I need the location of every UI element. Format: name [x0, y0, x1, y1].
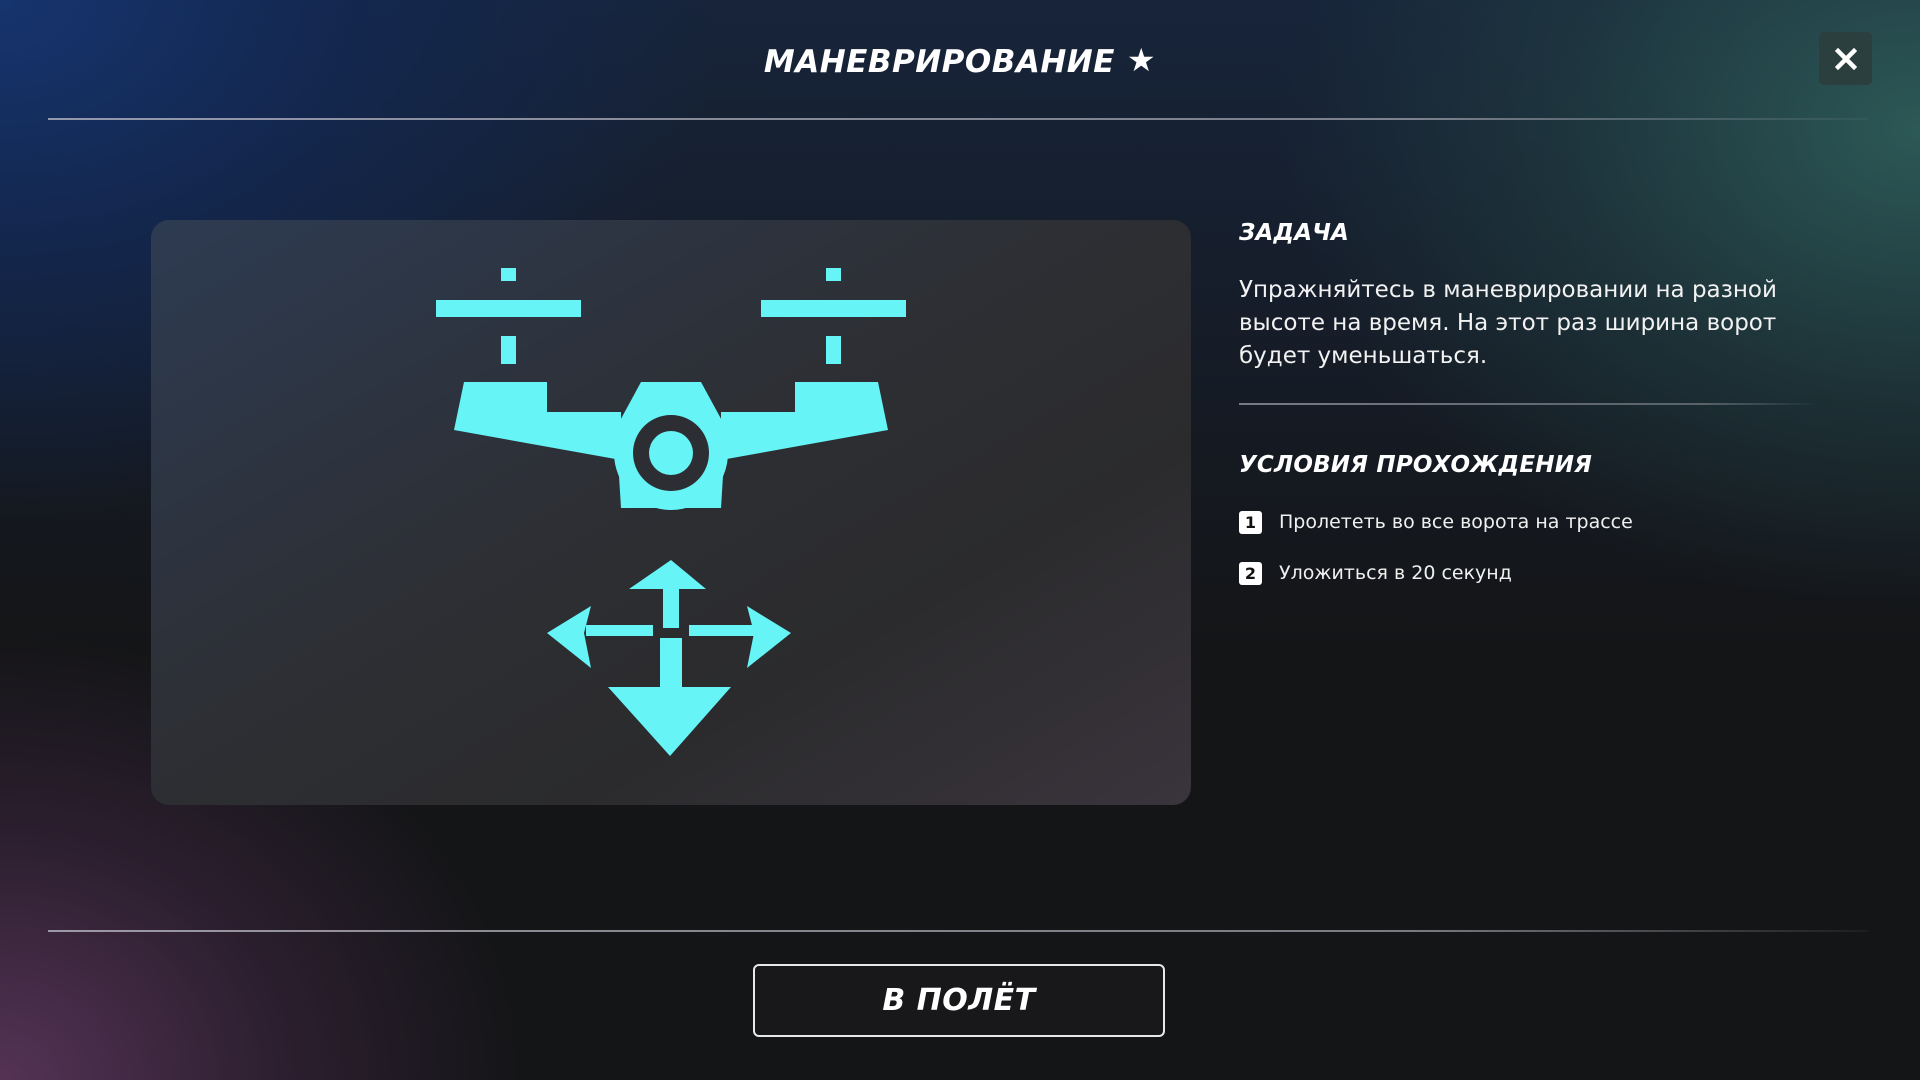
task-description: Упражняйтесь в маневрировании на разной … [1239, 277, 1777, 369]
footer-divider [48, 930, 1868, 932]
condition-number-badge: 2 [1239, 561, 1262, 585]
condition-text: Уложиться в 20 секунд [1279, 562, 1512, 584]
close-button[interactable] [1819, 32, 1872, 85]
illustration-svg [436, 268, 906, 756]
page-title: МАНЕВРИРОВАНИЕ ★ [0, 36, 1920, 84]
conditions-list: 1 Пролететь во все ворота на трассе 2 Ул… [1239, 506, 1633, 608]
conditions-heading: УСЛОВИЯ ПРОХОЖДЕНИЯ [1239, 452, 1593, 478]
condition-number-badge: 1 [1239, 510, 1262, 534]
task-heading: ЗАДАЧА [1239, 220, 1350, 246]
mission-title: МАНЕВРИРОВАНИЕ [763, 44, 1115, 80]
close-icon [1834, 47, 1857, 70]
header-divider [48, 118, 1868, 120]
star-icon: ★ [1126, 41, 1157, 79]
drone-icon [436, 268, 906, 510]
info-divider [1239, 403, 1819, 405]
fly-button[interactable]: В ПОЛЁТ [753, 964, 1165, 1037]
condition-item: 2 Уложиться в 20 секунд [1239, 557, 1633, 589]
condition-item: 1 Пролететь во все ворота на трассе [1239, 506, 1633, 538]
illustration-panel [151, 220, 1191, 805]
condition-text: Пролететь во все ворота на трассе [1279, 511, 1633, 533]
move-arrows-icon [547, 560, 791, 756]
